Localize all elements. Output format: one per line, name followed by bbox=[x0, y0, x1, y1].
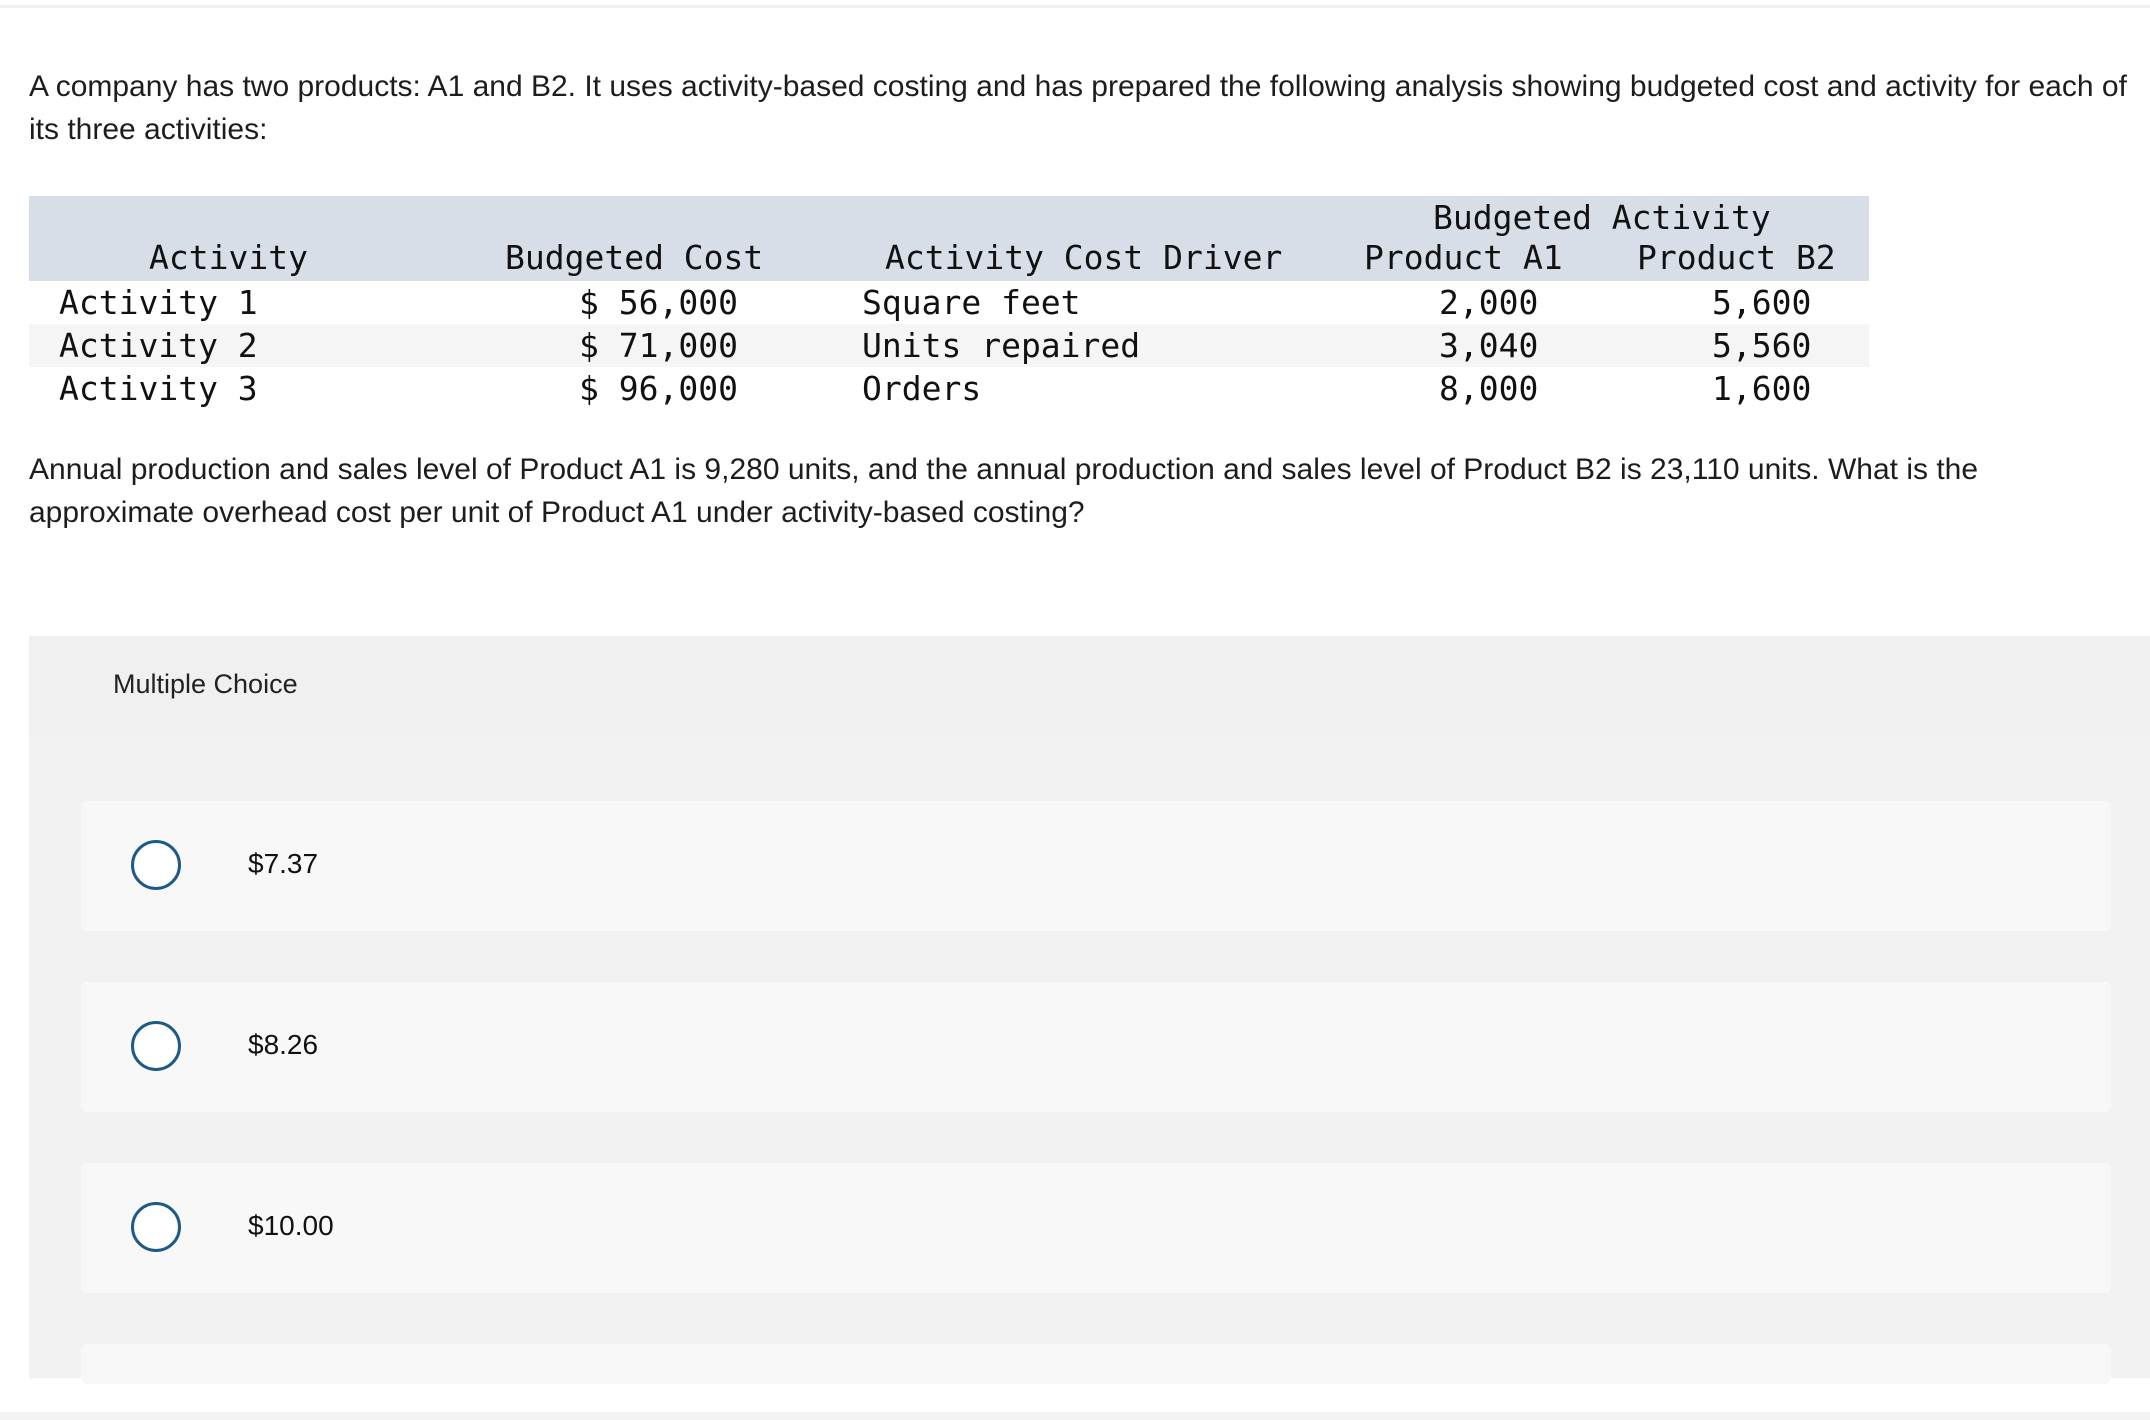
bottom-divider bbox=[0, 1412, 2150, 1420]
header-budgeted-cost: Budgeted Cost bbox=[505, 238, 764, 277]
table-row: Activity 2 $ 71,000 Units repaired 3,040… bbox=[29, 324, 1869, 367]
option-b[interactable]: $8.26 bbox=[81, 982, 2111, 1112]
row-budgeted-cost: $ 96,000 bbox=[579, 369, 738, 408]
row-budgeted-cost: $ 71,000 bbox=[579, 326, 738, 365]
row-product-a1: 8,000 bbox=[1439, 369, 1539, 408]
question-intro: A company has two products: A1 and B2. I… bbox=[29, 70, 2127, 146]
multiple-choice-header: Multiple Choice bbox=[29, 636, 2150, 736]
table-row: Activity 3 $ 96,000 Orders 8,000 1,600 bbox=[29, 367, 1869, 410]
table-header: Budgeted Activity Activity Budgeted Cost… bbox=[29, 196, 1869, 281]
top-divider bbox=[0, 0, 2150, 8]
header-product-b2: Product B2 bbox=[1637, 238, 1836, 277]
row-driver: Orders bbox=[862, 369, 982, 408]
row-product-b2: 1,600 bbox=[1712, 369, 1812, 408]
row-product-a1: 2,000 bbox=[1439, 283, 1539, 322]
option-label: $8.26 bbox=[248, 1029, 319, 1060]
radio-button-icon[interactable] bbox=[131, 1202, 181, 1252]
row-driver: Units repaired bbox=[862, 326, 1141, 365]
options-list: $7.37 $8.26 $10.00 bbox=[29, 736, 2150, 1384]
row-product-a1: 3,040 bbox=[1439, 326, 1539, 365]
table-row: Activity 1 $ 56,000 Square feet 2,000 5,… bbox=[29, 281, 1869, 324]
row-driver: Square feet bbox=[862, 283, 1081, 322]
question-followup: Annual production and sales level of Pro… bbox=[29, 453, 1979, 529]
row-activity: Activity 2 bbox=[59, 326, 258, 365]
header-budgeted-activity: Budgeted Activity bbox=[1433, 198, 1771, 237]
header-product-a1: Product A1 bbox=[1364, 238, 1563, 277]
radio-button-icon[interactable] bbox=[131, 840, 181, 890]
option-a[interactable]: $7.37 bbox=[81, 801, 2111, 931]
row-product-b2: 5,560 bbox=[1712, 326, 1812, 365]
option-label: $7.37 bbox=[248, 848, 319, 879]
multiple-choice-label: Multiple Choice bbox=[113, 669, 298, 699]
activity-cost-table: Budgeted Activity Activity Budgeted Cost… bbox=[29, 196, 1869, 410]
row-activity: Activity 3 bbox=[59, 369, 258, 408]
option-label: $10.00 bbox=[248, 1210, 334, 1241]
header-activity: Activity bbox=[149, 238, 308, 277]
header-activity-cost-driver: Activity Cost Driver bbox=[885, 238, 1283, 277]
row-product-b2: 5,600 bbox=[1712, 283, 1812, 322]
multiple-choice-panel: Multiple Choice $7.37 $8.26 $10.00 bbox=[29, 636, 2150, 1384]
option-c[interactable]: $10.00 bbox=[81, 1163, 2111, 1293]
option-d-partial[interactable] bbox=[81, 1344, 2111, 1384]
row-activity: Activity 1 bbox=[59, 283, 258, 322]
radio-button-icon[interactable] bbox=[131, 1021, 181, 1071]
row-budgeted-cost: $ 56,000 bbox=[579, 283, 738, 322]
